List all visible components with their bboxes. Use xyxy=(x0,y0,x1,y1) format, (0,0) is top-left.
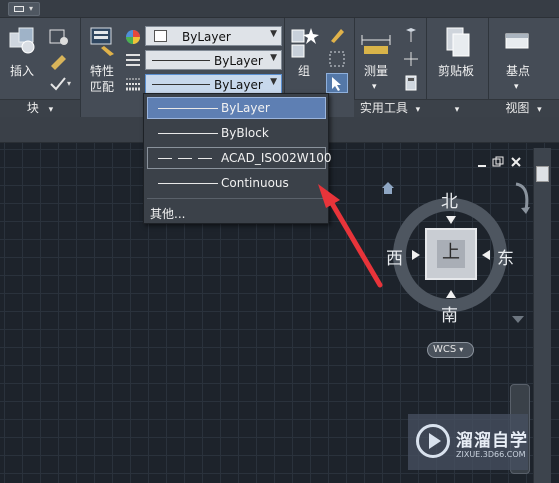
watermark: 溜溜自学 ZIXUE.3D66.COM xyxy=(408,414,528,470)
watermark-url: ZIXUE.3D66.COM xyxy=(456,450,526,459)
play-logo-icon xyxy=(416,424,450,458)
watermark-title: 溜溜自学 xyxy=(456,431,528,451)
annotation-arrow xyxy=(318,184,383,288)
